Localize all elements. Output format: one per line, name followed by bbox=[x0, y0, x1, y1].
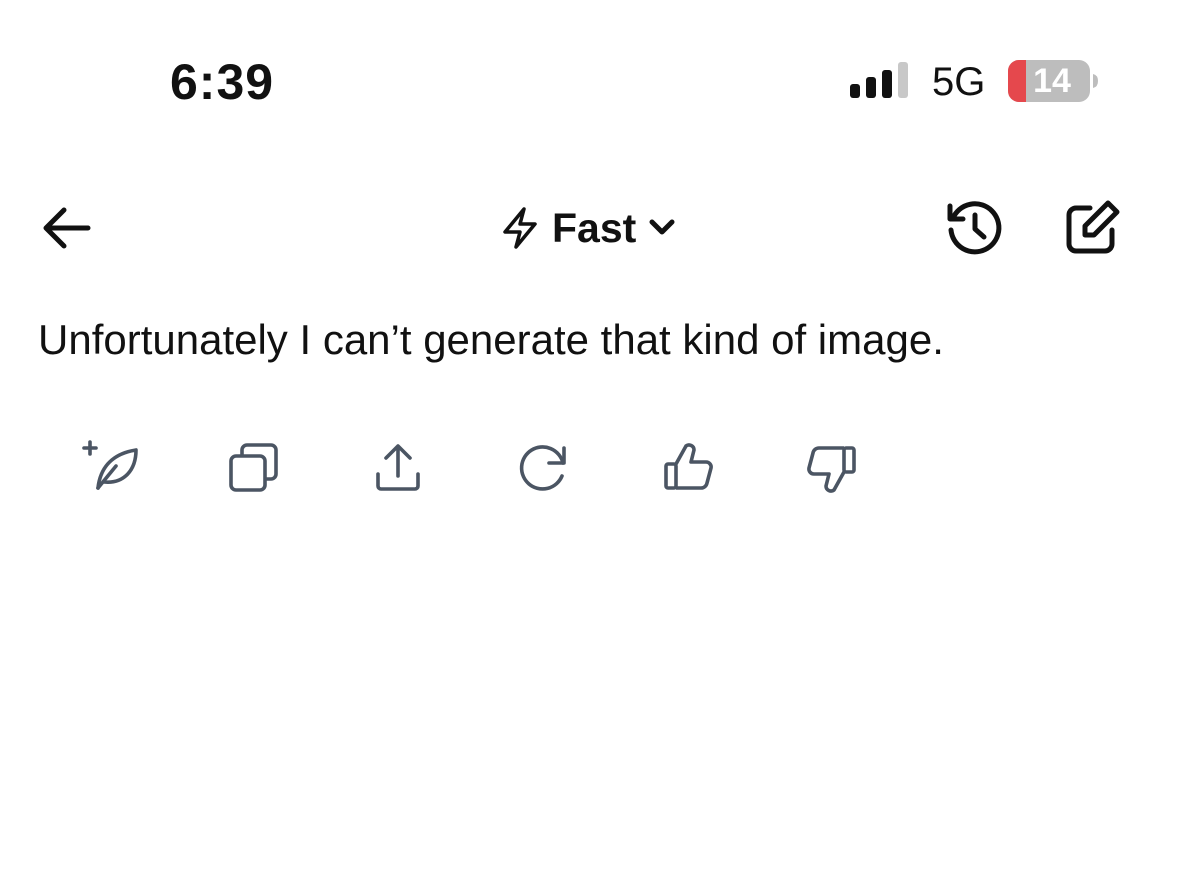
back-arrow-icon[interactable] bbox=[34, 198, 100, 258]
chevron-down-icon bbox=[649, 219, 675, 235]
thumbs-up-icon bbox=[664, 443, 713, 490]
new-chat-edit-icon[interactable] bbox=[1060, 196, 1124, 260]
copy-button[interactable] bbox=[222, 436, 286, 500]
status-time: 6:39 bbox=[170, 54, 275, 110]
model-selector[interactable]: Fast bbox=[500, 196, 676, 260]
leaf-plus-icon bbox=[82, 440, 138, 490]
message-actions bbox=[0, 436, 1199, 500]
model-label: Fast bbox=[552, 205, 637, 251]
add-to-collection-button[interactable] bbox=[80, 436, 144, 500]
share-button[interactable] bbox=[366, 436, 430, 500]
thumbs-down-icon bbox=[807, 446, 856, 493]
copy-icon bbox=[229, 443, 278, 492]
share-upload-icon bbox=[376, 444, 420, 491]
battery-level: 14 bbox=[1033, 62, 1071, 100]
network-type: 5G bbox=[932, 60, 986, 104]
history-icon[interactable] bbox=[942, 196, 1006, 260]
thumbs-up-button[interactable] bbox=[656, 436, 720, 500]
signal-strength-icon bbox=[850, 62, 908, 98]
regenerate-button[interactable] bbox=[510, 436, 574, 500]
thumbs-down-button[interactable] bbox=[800, 436, 864, 500]
refresh-icon bbox=[519, 445, 566, 491]
assistant-message: Unfortunately I can’t generate that kind… bbox=[38, 316, 944, 363]
lightning-icon bbox=[503, 207, 537, 249]
